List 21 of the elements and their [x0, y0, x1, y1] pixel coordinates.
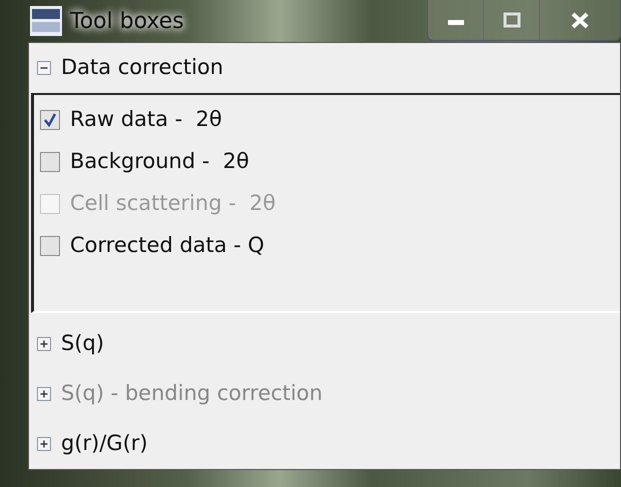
expand-icon — [37, 387, 51, 401]
section-header[interactable]: Data correction — [29, 43, 620, 93]
close-button[interactable] — [540, 0, 620, 40]
checkbox-item[interactable]: Corrected data - Q — [34, 225, 620, 267]
expand-icon — [37, 337, 51, 351]
window-title: Tool boxes — [70, 8, 184, 36]
section-header[interactable]: g(r)/G(r) — [29, 419, 620, 469]
maximize-icon — [503, 12, 520, 27]
checkbox[interactable] — [40, 152, 60, 172]
expand-icon — [37, 437, 51, 451]
maximize-button[interactable] — [484, 0, 540, 40]
collapse-icon — [37, 61, 51, 75]
checkbox-item[interactable]: Background - 2θ — [34, 141, 620, 183]
section-header[interactable]: S(q) — [29, 319, 620, 369]
checkbox[interactable] — [40, 236, 60, 256]
app-logo-icon — [30, 6, 62, 36]
minimize-icon — [448, 20, 464, 24]
minimize-button[interactable] — [428, 0, 484, 40]
close-icon — [571, 12, 589, 28]
checkbox[interactable] — [40, 110, 60, 130]
checkbox-item[interactable]: Raw data - 2θ — [34, 99, 620, 141]
